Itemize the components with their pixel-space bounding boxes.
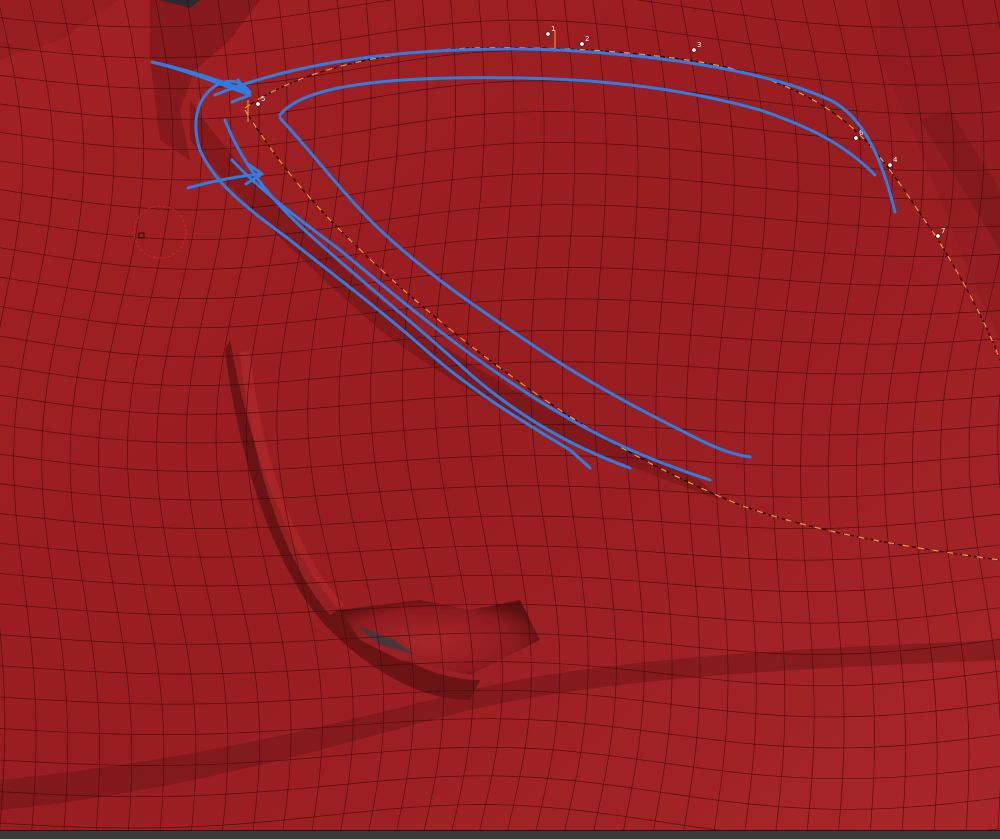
control-point-marker[interactable] <box>255 101 261 107</box>
control-point-label: 7 <box>941 227 945 235</box>
control-point-marker[interactable] <box>887 162 893 168</box>
control-point-label: 2 <box>585 35 589 43</box>
control-point-label: 1 <box>551 25 555 33</box>
control-point-marker[interactable] <box>935 233 941 239</box>
control-point-marker[interactable] <box>691 47 697 53</box>
3d-viewport[interactable]: 5123647 <box>0 0 1000 830</box>
mesh-surface <box>0 0 1000 830</box>
control-point-marker[interactable] <box>579 41 585 47</box>
control-point-label: 3 <box>697 41 701 49</box>
mesh-viewport-canvas[interactable]: 5123647 <box>0 0 1000 830</box>
control-point-marker[interactable] <box>853 135 859 141</box>
control-point-marker[interactable] <box>545 31 551 37</box>
control-point-label: 5 <box>261 95 265 103</box>
control-point-label: 4 <box>893 156 898 164</box>
viewport-status-bar <box>0 830 1000 839</box>
